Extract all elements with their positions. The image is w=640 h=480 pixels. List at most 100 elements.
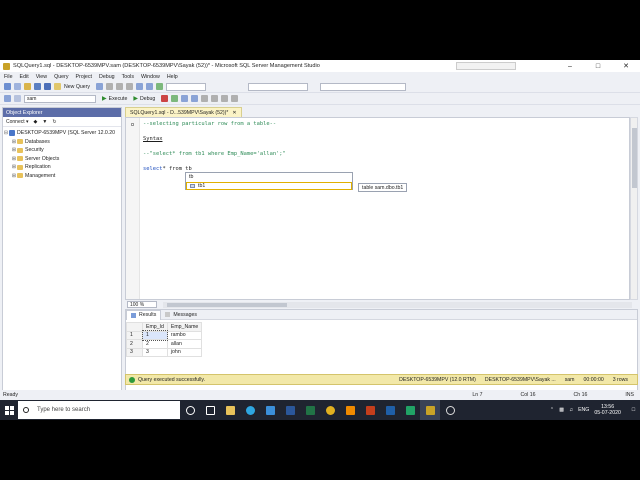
db-engine-query-icon[interactable] (95, 83, 103, 90)
notifications-icon[interactable]: □ (632, 407, 635, 413)
menu-help[interactable]: Help (167, 74, 178, 80)
connect-icon[interactable]: ◆ (34, 119, 38, 125)
task-view-icon[interactable] (200, 400, 220, 420)
column-header-emp-name[interactable]: Emp_Name (166, 322, 203, 332)
zoom-select[interactable]: 100 % (127, 301, 157, 308)
start-button[interactable] (0, 400, 18, 420)
query-designer-icon[interactable] (191, 95, 199, 102)
results-to-text-icon[interactable] (201, 95, 209, 102)
language-indicator[interactable]: ENG (578, 407, 589, 413)
comment-icon[interactable] (221, 95, 229, 102)
cell-emp-id[interactable]: 2 (142, 339, 168, 349)
cut-icon[interactable] (105, 83, 113, 90)
cancel-query-icon[interactable] (161, 95, 169, 102)
tab-results[interactable]: Results (126, 309, 162, 320)
chrome-icon[interactable] (320, 400, 340, 420)
query-editor[interactable]: --selecting particular row from a table-… (125, 117, 630, 300)
table-row[interactable]: 2 2 allan (126, 339, 203, 349)
forward-icon[interactable] (14, 83, 21, 90)
tree-node-databases[interactable]: ⊞ Databases (3, 138, 121, 147)
file-explorer-icon[interactable] (220, 400, 240, 420)
find-combo[interactable] (247, 82, 308, 91)
save-all-icon[interactable] (44, 83, 51, 90)
debug-button[interactable]: ▶ Debug (133, 95, 155, 103)
open-file-icon[interactable] (24, 83, 31, 90)
menu-view[interactable]: View (36, 74, 47, 80)
tree-node-security[interactable]: ⊞ Security (3, 146, 121, 155)
settings-icon[interactable] (440, 400, 460, 420)
excel-open-icon[interactable] (400, 400, 420, 420)
cell-emp-name[interactable]: allan (166, 339, 203, 349)
tree-node-server-objects[interactable]: ⊞ Server Objects (3, 155, 121, 164)
connect-dropdown[interactable]: Connect ▾ (6, 119, 29, 125)
column-header-emp-id[interactable]: Emp_Id (142, 322, 168, 332)
intellisense-item[interactable]: tb (186, 173, 352, 182)
connect-icon[interactable] (4, 95, 11, 102)
copy-icon[interactable] (115, 83, 123, 90)
cell-emp-name[interactable]: rambo (166, 330, 203, 340)
start-icon[interactable] (155, 83, 163, 90)
menu-tools[interactable]: Tools (122, 74, 134, 80)
powerpoint-icon[interactable] (360, 400, 380, 420)
menu-project[interactable]: Project (76, 74, 93, 80)
menu-file[interactable]: File (4, 74, 13, 80)
taskbar-search[interactable]: Type here to search (18, 401, 180, 419)
paste-icon[interactable] (125, 83, 133, 90)
store-icon[interactable] (260, 400, 280, 420)
vlc-icon[interactable] (340, 400, 360, 420)
save-icon[interactable] (34, 83, 41, 90)
menu-window[interactable]: Window (141, 74, 160, 80)
volume-icon[interactable]: ♫ (569, 407, 573, 413)
tree-node-server[interactable]: ⊟ DESKTOP-6539MPV (SQL Server 12.0.20 (3, 129, 121, 138)
tab-sqlquery1[interactable]: SQLQuery1.sql - D...539MPV\Sayak (52))* … (125, 107, 242, 117)
table-row[interactable]: 1 1 rambo (126, 330, 203, 341)
row-number[interactable]: 2 (126, 339, 143, 349)
close-tab-icon[interactable]: ✕ (232, 110, 236, 116)
tray-chevron-icon[interactable]: ⌃ (550, 407, 554, 413)
scroll-thumb[interactable] (167, 302, 287, 307)
menu-edit[interactable]: Edit (20, 74, 29, 80)
results-to-grid-icon[interactable] (211, 95, 219, 102)
cell-emp-name[interactable]: john (166, 347, 203, 357)
cell-emp-id[interactable]: 3 (142, 347, 168, 357)
word-icon[interactable] (280, 400, 300, 420)
solution-config-select[interactable] (165, 82, 206, 91)
filter-icon[interactable]: ▼ (42, 119, 47, 125)
editor-horizontal-scrollbar[interactable] (163, 301, 632, 308)
photoshop-icon[interactable] (380, 400, 400, 420)
close-button[interactable]: ✕ (612, 60, 640, 72)
disconnect-icon[interactable] (14, 95, 21, 102)
row-number[interactable]: 1 (126, 330, 143, 340)
database-select[interactable]: sam (24, 94, 96, 103)
new-query-button[interactable]: New Query (54, 83, 90, 90)
minimize-button[interactable]: – (556, 60, 584, 72)
clock[interactable]: 13:56 05-07-2020 (594, 404, 626, 417)
excel-icon[interactable] (300, 400, 320, 420)
search-combo[interactable] (319, 82, 406, 91)
tree-node-replication[interactable]: ⊞ Replication (3, 163, 121, 172)
display-plan-icon[interactable] (181, 95, 189, 102)
parse-icon[interactable] (171, 95, 179, 102)
redo-icon[interactable] (145, 83, 153, 90)
scroll-thumb[interactable] (632, 128, 637, 188)
execute-button[interactable]: ▶ Execute (102, 95, 127, 103)
quick-launch-input[interactable] (456, 62, 516, 70)
menu-debug[interactable]: Debug (99, 74, 115, 80)
maximize-button[interactable]: □ (584, 60, 612, 72)
indent-icon[interactable] (231, 95, 239, 102)
cortana-icon[interactable] (180, 400, 200, 420)
row-number[interactable]: 3 (126, 347, 143, 357)
editor-vertical-scrollbar[interactable] (630, 117, 638, 300)
refresh-icon[interactable]: ↻ (52, 119, 56, 125)
back-icon[interactable] (4, 83, 11, 90)
tree-node-management[interactable]: ⊞ Management (3, 172, 121, 181)
table-row[interactable]: 3 3 john (126, 347, 203, 357)
collapse-region-icon[interactable] (131, 123, 134, 126)
ssms-taskbar-icon[interactable] (420, 400, 440, 420)
intellisense-item-selected[interactable]: tb1 (186, 181, 352, 190)
tab-messages[interactable]: Messages (161, 310, 201, 320)
menu-query[interactable]: Query (54, 74, 68, 80)
cell-emp-id[interactable]: 1 (141, 330, 169, 341)
edge-icon[interactable] (240, 400, 260, 420)
undo-icon[interactable] (135, 83, 143, 90)
